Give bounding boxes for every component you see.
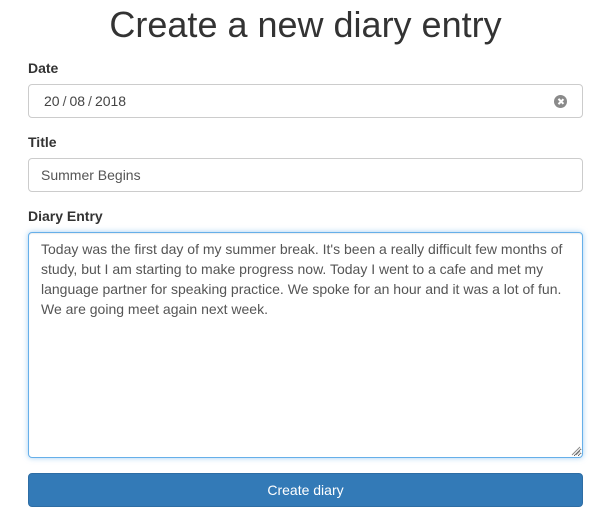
date-separator: / [62, 93, 67, 109]
diary-form-page: Create a new diary entry Date 20/08/2018… [0, 0, 611, 528]
date-day[interactable]: 20 [44, 85, 60, 117]
page-title: Create a new diary entry [109, 4, 502, 45]
title-input[interactable] [28, 158, 583, 192]
date-value: 20/08/2018 [44, 85, 126, 117]
resize-grip-icon[interactable] [570, 445, 581, 456]
date-label: Date [28, 60, 59, 76]
diary-entry-label: Diary Entry [28, 208, 103, 224]
create-diary-button[interactable]: Create diary [28, 473, 583, 507]
title-label: Title [28, 134, 57, 150]
clear-circle-icon[interactable] [554, 95, 567, 108]
date-separator: / [88, 93, 92, 109]
date-input[interactable]: 20/08/2018 [28, 84, 583, 118]
date-year[interactable]: 2018 [95, 85, 126, 117]
date-month[interactable]: 08 [69, 85, 85, 117]
diary-entry-textarea[interactable]: Today was the first day of my summer bre… [28, 232, 583, 458]
